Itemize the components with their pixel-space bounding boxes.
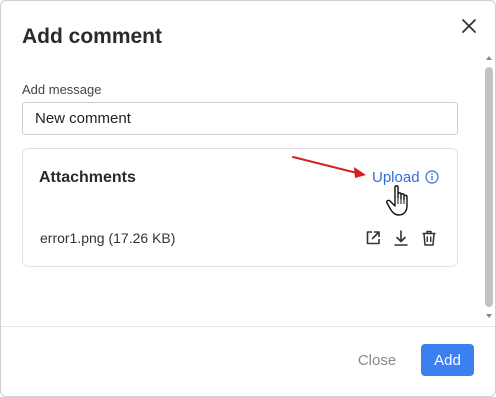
close-button[interactable]: Close <box>346 345 408 375</box>
footer-divider <box>1 326 495 327</box>
hand-cursor-icon <box>386 185 408 216</box>
add-button[interactable]: Add <box>421 344 474 376</box>
scroll-down-icon[interactable] <box>483 311 495 321</box>
scroll-up-icon[interactable] <box>483 53 495 63</box>
attachment-file-name: error1.png (17.26 KB) <box>40 230 176 246</box>
message-input[interactable] <box>22 102 458 135</box>
close-icon[interactable] <box>458 15 480 37</box>
trash-icon[interactable] <box>420 229 438 247</box>
info-icon[interactable] <box>425 170 439 184</box>
dialog-title: Add comment <box>22 25 163 48</box>
scrollbar[interactable] <box>483 53 495 325</box>
annotation-arrow-icon <box>292 156 366 178</box>
download-icon[interactable] <box>392 229 410 247</box>
open-external-icon[interactable] <box>364 229 382 247</box>
message-label: Add message <box>22 82 102 97</box>
add-comment-dialog: Add comment Add message Attachments Uplo… <box>0 0 496 397</box>
attachments-title: Attachments <box>39 169 136 186</box>
scrollbar-thumb[interactable] <box>485 67 493 307</box>
